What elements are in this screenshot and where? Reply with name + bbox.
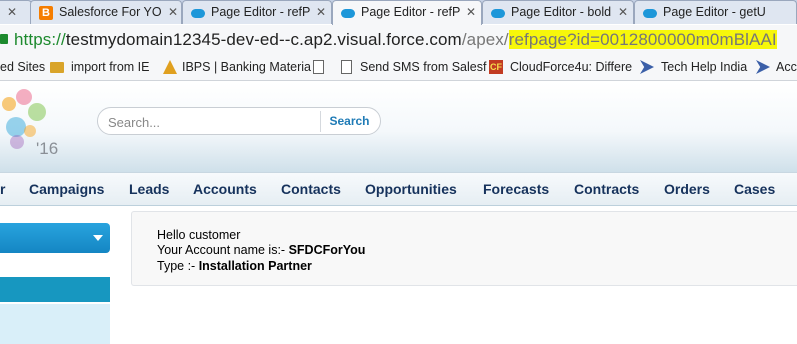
bookmark-tech-help-india[interactable]: Tech Help India [661, 60, 747, 74]
tab-partial[interactable]: ✕ [0, 0, 32, 24]
tab-page-editor-bold[interactable]: Page Editor - bold ✕ [482, 0, 634, 24]
tab-opportunities[interactable]: Opportunities [365, 173, 457, 206]
folder-icon [50, 62, 64, 73]
salesforce-cloud-icon [191, 6, 205, 20]
close-icon[interactable]: ✕ [618, 1, 628, 23]
close-icon[interactable]: ✕ [168, 1, 178, 23]
address-bar[interactable]: https://testmydomain12345-dev-ed--c.ap2.… [0, 25, 797, 55]
tab-orders[interactable]: Orders [664, 173, 710, 206]
sidebar [0, 206, 110, 344]
tab-title: Page Editor - getU [663, 5, 766, 19]
secure-lock-icon [0, 34, 8, 44]
bookmark-cloudforce4u[interactable]: CloudForce4u: Differe [510, 60, 632, 74]
salesforce-cloud-icon [491, 6, 505, 20]
firework-dot [2, 97, 16, 111]
bookmark-ibps[interactable]: IBPS | Banking Materia [182, 60, 311, 74]
close-icon[interactable]: ✕ [466, 1, 476, 23]
salesforce-cloud-icon [341, 6, 355, 20]
tab-forecasts[interactable]: Forecasts [483, 173, 549, 206]
account-type-label: Type :- [157, 259, 199, 273]
tab-title: Page Editor - bold [511, 5, 612, 19]
tab-leads[interactable]: Leads [129, 173, 169, 206]
tab-title: Salesforce For YO [59, 5, 162, 19]
tab-campaigns[interactable]: Campaigns [29, 173, 104, 206]
search-box: Search [97, 107, 381, 135]
salesforce-header: '16 Search [0, 82, 797, 172]
tab-page-editor-getu[interactable]: Page Editor - getU [634, 0, 797, 24]
blogger-icon: B [39, 6, 53, 20]
create-new-dropdown[interactable] [0, 223, 110, 253]
account-name-line: Your Account name is:- SFDCForYou [157, 243, 365, 257]
tab-salesforce-for-you[interactable]: B Salesforce For YO ✕ [30, 0, 182, 24]
firework-dot [6, 117, 26, 137]
tab-title: Page Editor - refP [361, 5, 461, 19]
firework-dot [24, 125, 36, 137]
sidebar-section-header[interactable] [0, 277, 110, 302]
tab-cases[interactable]: Cases [734, 173, 775, 206]
tab-page-editor-active[interactable]: Page Editor - refP ✕ [332, 0, 482, 25]
firework-dot [16, 89, 32, 105]
bookmark-import-from-ie[interactable]: import from IE [71, 60, 150, 74]
tab-partial[interactable]: r [0, 173, 5, 206]
bookmark-sites[interactable]: ed Sites [0, 60, 45, 74]
search-input[interactable] [108, 113, 308, 131]
tab-accounts[interactable]: Accounts [193, 173, 257, 206]
search-button[interactable]: Search [320, 111, 378, 132]
browser-tab-strip: ✕ B Salesforce For YO ✕ Page Editor - re… [0, 0, 797, 25]
ibps-icon [163, 60, 177, 74]
tab-title: Page Editor - refP [211, 5, 311, 19]
account-type-line: Type :- Installation Partner [157, 259, 312, 273]
url-host: testmydomain12345-dev-ed--c.ap2.visual.f… [65, 30, 462, 49]
tab-contracts[interactable]: Contracts [574, 173, 639, 206]
close-icon[interactable]: ✕ [316, 1, 326, 23]
visualforce-content-panel: Hello customer Your Account name is:- SF… [131, 211, 797, 286]
arrow-icon [756, 60, 770, 74]
url-text[interactable]: https://testmydomain12345-dev-ed--c.ap2.… [14, 30, 777, 50]
app-tab-bar: r Campaigns Leads Accounts Contacts Oppo… [0, 172, 797, 206]
bookmark-acc[interactable]: Acc [776, 60, 797, 74]
url-path: /apex/ [461, 30, 509, 49]
account-name-label: Your Account name is:- [157, 243, 289, 257]
tab-contacts[interactable]: Contacts [281, 173, 341, 206]
cloudforce-icon: CF [489, 60, 503, 74]
tab-page-editor-1[interactable]: Page Editor - refP ✕ [182, 0, 332, 24]
logo-year: '16 [36, 139, 59, 158]
chevron-down-icon [93, 235, 103, 241]
salesforce-cloud-icon [643, 6, 657, 20]
firework-dot [10, 135, 24, 149]
page-icon [341, 60, 352, 74]
account-name-value: SFDCForYou [288, 243, 366, 257]
bookmarks-bar: ed Sites import from IE IBPS | Banking M… [0, 55, 797, 81]
url-query-highlighted: refpage?id=0012800000m0mBlAAI [508, 30, 777, 49]
arrow-icon [640, 60, 654, 74]
close-icon[interactable]: ✕ [7, 1, 17, 23]
page-icon[interactable] [313, 60, 324, 74]
sidebar-section-body [0, 304, 110, 344]
url-protocol: https:// [14, 30, 66, 49]
bookmark-send-sms[interactable]: Send SMS from Salesf [360, 60, 486, 74]
account-type-value: Installation Partner [198, 259, 312, 273]
greeting-text: Hello customer [157, 228, 241, 242]
salesforce-logo[interactable]: '16 [0, 87, 62, 158]
firework-dot [28, 103, 46, 121]
